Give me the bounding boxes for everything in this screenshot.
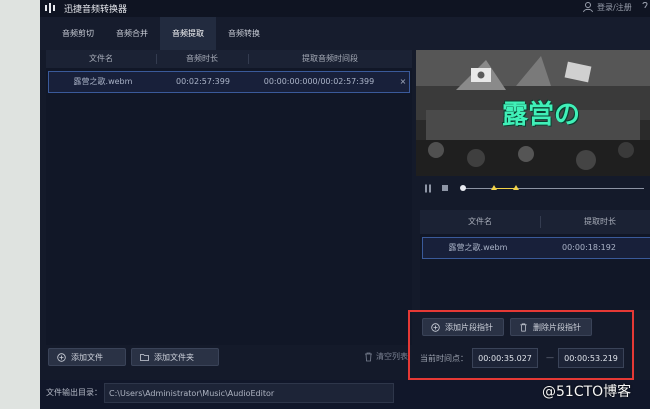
video-overlay-text: 露営の: [502, 100, 581, 130]
output-directory-label: 文件输出目录：: [46, 388, 102, 397]
watermark: @51CTO博客: [542, 384, 632, 400]
video-preview: 露営の: [416, 50, 650, 176]
tab-audio-cut[interactable]: 音频剪切: [50, 17, 106, 50]
login-register-link[interactable]: 登录/注册: [597, 2, 632, 13]
tab-audio-convert[interactable]: 音频转换: [216, 17, 272, 50]
column-duration: 音频时长: [186, 54, 218, 63]
tab-audio-extract[interactable]: 音频提取: [160, 17, 216, 50]
title-bar: 迅捷音频转换器 登录/注册: [40, 0, 650, 17]
column-file-name: 文件名: [468, 217, 492, 226]
stop-icon[interactable]: [442, 185, 448, 191]
add-file-button[interactable]: 添加文件: [48, 348, 126, 366]
tab-audio-merge[interactable]: 音频合并: [104, 17, 160, 50]
column-extract-duration: 提取时长: [584, 217, 616, 226]
pause-icon[interactable]: [424, 184, 432, 193]
folder-icon: [140, 354, 149, 361]
desktop-background: [0, 0, 40, 409]
tab-bar: 音频剪切 音频合并 音频提取 音频转换: [40, 17, 650, 50]
table-row[interactable]: 露营之歌.webm 00:00:18:192: [422, 237, 650, 259]
timeline-track[interactable]: [462, 188, 644, 189]
add-circle-icon: [57, 353, 66, 362]
output-path-field[interactable]: C:\Users\Administrator\Music\AudioEditor: [104, 383, 394, 403]
highlight-box: [408, 310, 634, 380]
column-extract-range: 提取音频时间段: [302, 54, 358, 63]
column-file-name: 文件名: [89, 54, 113, 63]
segment-marker[interactable]: [491, 185, 497, 190]
trash-icon: [365, 352, 372, 362]
playhead-handle[interactable]: [460, 185, 466, 191]
segment-panel: 文件名 提取时长 露营之歌.webm 00:00:18:192: [420, 210, 650, 310]
player-controls: [416, 176, 650, 202]
row-file-name: 露营之歌.webm: [448, 243, 508, 252]
row-extract-duration: 00:00:18:192: [562, 243, 616, 252]
row-extract-range: 00:00:00:000/00:02:57:399: [263, 77, 375, 86]
file-table-header: 文件名 音频时长 提取音频时间段: [46, 50, 412, 68]
file-list-panel: 文件名 音频时长 提取音频时间段 露营之歌.webm 00:02:57:399 …: [46, 50, 412, 345]
add-file-label: 添加文件: [71, 353, 103, 362]
user-icon[interactable]: [582, 1, 594, 13]
add-folder-button[interactable]: 添加文件夹: [131, 348, 219, 366]
row-duration: 00:02:57:399: [176, 77, 230, 86]
menu-icon[interactable]: [641, 1, 649, 13]
segment-table-header: 文件名 提取时长: [420, 210, 650, 234]
clear-list-label: 清空列表: [376, 352, 408, 361]
add-folder-label: 添加文件夹: [154, 353, 194, 362]
row-file-name: 露营之歌.webm: [73, 77, 133, 86]
app-window: 迅捷音频转换器 登录/注册 音频剪切 音频合并 音频提取 音频转换 文件名 音频…: [40, 0, 650, 409]
remove-row-icon[interactable]: ×: [397, 72, 409, 92]
app-logo-icon: [45, 3, 55, 13]
table-row[interactable]: 露营之歌.webm 00:02:57:399 00:00:00:000/00:0…: [48, 71, 410, 93]
app-title: 迅捷音频转换器: [64, 5, 128, 15]
segment-marker[interactable]: [513, 185, 519, 190]
